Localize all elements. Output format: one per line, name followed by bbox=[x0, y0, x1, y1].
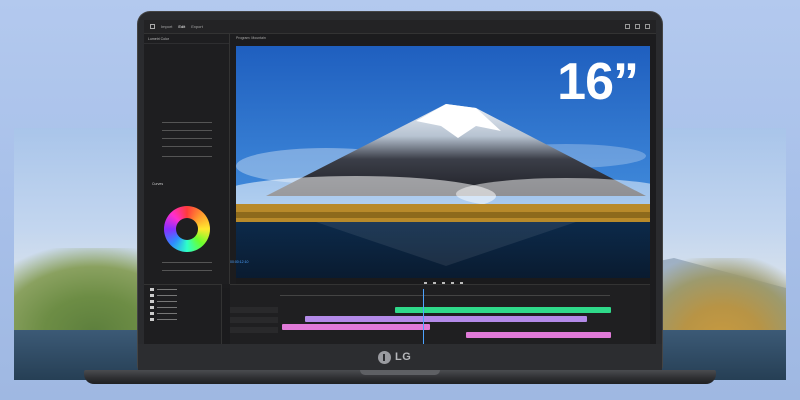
screen-size-badge: 16” bbox=[557, 53, 639, 111]
color-slider[interactable] bbox=[162, 146, 212, 147]
home-icon[interactable] bbox=[150, 24, 155, 29]
workspace-icon[interactable] bbox=[635, 24, 640, 29]
list-item[interactable] bbox=[150, 287, 215, 291]
lg-logo-icon: LG bbox=[378, 349, 411, 365]
fullscreen-icon[interactable] bbox=[645, 24, 650, 29]
lumetri-panel: Lumetri Color Curves bbox=[144, 34, 230, 284]
track-header[interactable] bbox=[230, 327, 278, 333]
timecode: 00:00:12:10 bbox=[230, 260, 249, 264]
viewer-tab[interactable]: Program: Mountain bbox=[236, 36, 266, 40]
list-item[interactable] bbox=[150, 299, 215, 303]
topbar-right-icons bbox=[625, 24, 650, 29]
color-wheel-icon[interactable] bbox=[164, 206, 210, 252]
color-slider[interactable] bbox=[162, 270, 212, 271]
app-topbar: Import Edit Export bbox=[144, 20, 656, 34]
project-panel bbox=[144, 284, 222, 344]
audio-clip[interactable] bbox=[282, 324, 430, 330]
share-icon[interactable] bbox=[625, 24, 630, 29]
timeline-ruler[interactable] bbox=[280, 291, 610, 296]
color-slider[interactable] bbox=[162, 122, 212, 123]
curves-label: Curves bbox=[152, 182, 164, 186]
brand-text: LG bbox=[395, 351, 412, 363]
timeline-panel bbox=[230, 284, 650, 345]
list-item[interactable] bbox=[150, 293, 215, 297]
track-header[interactable] bbox=[230, 307, 278, 313]
lumetri-panel-header: Lumetri Color bbox=[144, 34, 229, 44]
color-slider[interactable] bbox=[162, 138, 212, 139]
tools-strip[interactable] bbox=[222, 288, 230, 344]
color-slider[interactable] bbox=[162, 130, 212, 131]
laptop-base bbox=[84, 370, 716, 384]
track-header[interactable] bbox=[230, 317, 278, 323]
color-slider[interactable] bbox=[162, 156, 212, 157]
audio-clip[interactable] bbox=[466, 332, 611, 338]
tab-edit[interactable]: Edit bbox=[178, 24, 185, 29]
laptop-notch bbox=[360, 370, 440, 375]
program-viewer[interactable]: 16” bbox=[236, 46, 650, 278]
lg-circle-icon bbox=[378, 350, 391, 364]
video-clip[interactable] bbox=[395, 307, 611, 313]
list-item[interactable] bbox=[150, 311, 215, 315]
list-item[interactable] bbox=[150, 305, 215, 309]
video-clip[interactable] bbox=[305, 316, 587, 322]
playhead[interactable] bbox=[423, 289, 424, 345]
list-item[interactable] bbox=[150, 317, 215, 321]
tab-export[interactable]: Export bbox=[191, 24, 203, 29]
tab-import[interactable]: Import bbox=[161, 24, 172, 29]
color-slider[interactable] bbox=[162, 262, 212, 263]
